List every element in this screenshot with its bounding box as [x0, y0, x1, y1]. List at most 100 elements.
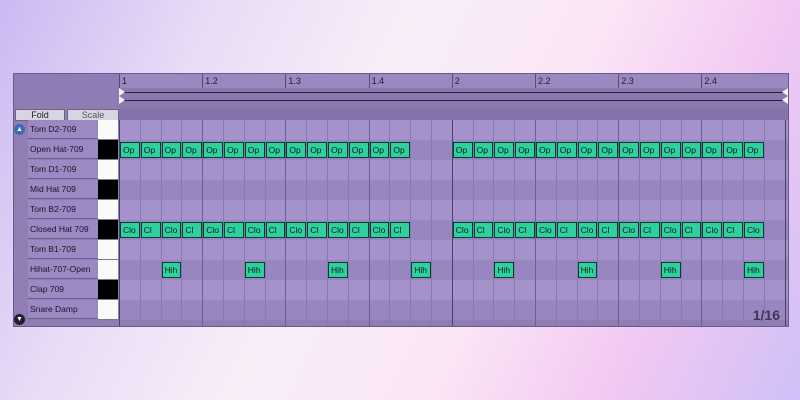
midi-note[interactable]: Clo	[744, 222, 764, 238]
midi-note[interactable]: Op	[390, 142, 411, 158]
midi-note[interactable]: Op	[328, 142, 348, 158]
midi-note[interactable]: Op	[203, 142, 223, 158]
drum-lane[interactable]: Hihat-707-Open	[14, 260, 119, 280]
midi-note[interactable]: Clo	[619, 222, 639, 238]
midi-note[interactable]: Clo	[161, 222, 182, 238]
midi-note[interactable]: Hih	[244, 262, 265, 278]
midi-note[interactable]: Op	[244, 142, 265, 158]
midi-note[interactable]: Op	[161, 142, 182, 158]
lane-name[interactable]: Tom B1-709	[28, 240, 98, 259]
piano-key[interactable]	[98, 300, 118, 320]
midi-note[interactable]: Cl	[681, 222, 702, 238]
midi-note[interactable]: Clo	[536, 222, 556, 238]
midi-note[interactable]: Op	[265, 142, 286, 158]
midi-note[interactable]: Op	[224, 142, 244, 158]
midi-note[interactable]: Op	[660, 142, 681, 158]
midi-note[interactable]: Clo	[577, 222, 598, 238]
midi-note[interactable]: Hih	[411, 262, 431, 278]
drum-lane[interactable]: Tom D2-709	[14, 120, 119, 140]
midi-note[interactable]: Op	[307, 142, 327, 158]
midi-note[interactable]: Hih	[161, 262, 182, 278]
midi-note[interactable]: Op	[681, 142, 702, 158]
time-ruler[interactable]: 1 1.2 1.3 1.4 2 2.2 2.3 2.4	[119, 74, 788, 89]
midi-note[interactable]: Hih	[577, 262, 598, 278]
midi-note[interactable]: Cl	[265, 222, 286, 238]
note-grid[interactable]: Op Op Op Op Op Op Op Op Op Op Op Op Op Op Op Op Op Op Op Op…	[119, 120, 788, 326]
midi-note[interactable]: Cl	[224, 222, 244, 238]
drum-lane[interactable]: Tom D1-709	[14, 160, 119, 180]
midi-note[interactable]: Clo	[203, 222, 223, 238]
grid-row[interactable]	[119, 120, 788, 140]
midi-note[interactable]: Op	[744, 142, 764, 158]
grid-resolution-label[interactable]: 1/16	[753, 307, 780, 323]
loop-end-marker-icon[interactable]	[782, 88, 788, 96]
midi-note[interactable]: Cl	[598, 222, 619, 238]
scroll-down-icon[interactable]: ▼	[14, 314, 25, 325]
loop-start-marker-icon[interactable]	[119, 96, 125, 104]
midi-note[interactable]: Op	[702, 142, 723, 158]
midi-note[interactable]: Cl	[723, 222, 743, 238]
lane-name[interactable]: Tom B2-709	[28, 200, 98, 219]
midi-note[interactable]: Cl	[473, 222, 494, 238]
lane-name[interactable]: Snare Damp	[28, 300, 98, 319]
drum-lane[interactable]: Clap 709	[14, 280, 119, 300]
midi-note[interactable]: Op	[536, 142, 556, 158]
midi-note[interactable]: Cl	[307, 222, 327, 238]
grid-row[interactable]	[119, 240, 788, 260]
piano-key[interactable]	[98, 240, 118, 260]
drum-lane[interactable]: Mid Hat 709	[14, 180, 119, 200]
loop-brace-lane[interactable]	[119, 88, 788, 108]
midi-note[interactable]: Clo	[452, 222, 473, 238]
scroll-up-icon[interactable]: ▲	[14, 124, 25, 135]
piano-key[interactable]	[98, 220, 118, 240]
midi-note[interactable]: Op	[640, 142, 660, 158]
piano-key[interactable]	[98, 120, 118, 140]
piano-key[interactable]	[98, 260, 118, 280]
midi-note[interactable]: Hih	[744, 262, 764, 278]
midi-note[interactable]: Clo	[120, 222, 140, 238]
midi-note[interactable]: Clo	[369, 222, 390, 238]
midi-note[interactable]: Op	[598, 142, 619, 158]
piano-key[interactable]	[98, 180, 118, 200]
midi-note[interactable]: Cl	[390, 222, 411, 238]
lane-name[interactable]: Closed Hat 709	[28, 220, 98, 239]
piano-key[interactable]	[98, 280, 118, 300]
midi-note[interactable]: Op	[494, 142, 515, 158]
midi-note[interactable]: Cl	[515, 222, 535, 238]
midi-note[interactable]: Clo	[328, 222, 348, 238]
midi-note[interactable]: Clo	[286, 222, 307, 238]
grid-row[interactable]	[119, 260, 788, 280]
midi-note[interactable]: Hih	[660, 262, 681, 278]
lane-name[interactable]: Open Hat-709	[28, 140, 98, 159]
grid-row[interactable]	[119, 280, 788, 300]
lane-name[interactable]: Tom D1-709	[28, 160, 98, 179]
lane-name[interactable]: Tom D2-709	[28, 120, 98, 139]
drum-lane[interactable]: Closed Hat 709	[14, 220, 119, 240]
midi-note[interactable]: Clo	[244, 222, 265, 238]
lane-name[interactable]: Clap 709	[28, 280, 98, 299]
drum-lane[interactable]: Tom B2-709	[14, 200, 119, 220]
midi-note[interactable]: Op	[473, 142, 494, 158]
midi-note[interactable]: Clo	[702, 222, 723, 238]
drum-lane[interactable]: Snare Damp	[14, 300, 119, 320]
grid-row[interactable]	[119, 160, 788, 180]
midi-note[interactable]: Cl	[556, 222, 577, 238]
midi-note[interactable]: Op	[140, 142, 161, 158]
midi-note[interactable]: Clo	[494, 222, 515, 238]
midi-note[interactable]: Op	[120, 142, 140, 158]
midi-note[interactable]: Op	[286, 142, 307, 158]
midi-note[interactable]: Hih	[328, 262, 348, 278]
midi-note[interactable]: Cl	[182, 222, 203, 238]
lane-name[interactable]: Hihat-707-Open	[28, 260, 98, 279]
midi-note[interactable]: Op	[723, 142, 743, 158]
midi-note[interactable]: Hih	[494, 262, 515, 278]
midi-note[interactable]: Op	[619, 142, 639, 158]
midi-note[interactable]: Op	[348, 142, 369, 158]
piano-key[interactable]	[98, 140, 118, 160]
midi-note[interactable]: Op	[556, 142, 577, 158]
midi-note[interactable]: Op	[369, 142, 390, 158]
midi-note[interactable]: Cl	[640, 222, 660, 238]
drum-lane[interactable]: Open Hat-709	[14, 140, 119, 160]
midi-note[interactable]: Clo	[660, 222, 681, 238]
midi-note[interactable]: Op	[182, 142, 203, 158]
